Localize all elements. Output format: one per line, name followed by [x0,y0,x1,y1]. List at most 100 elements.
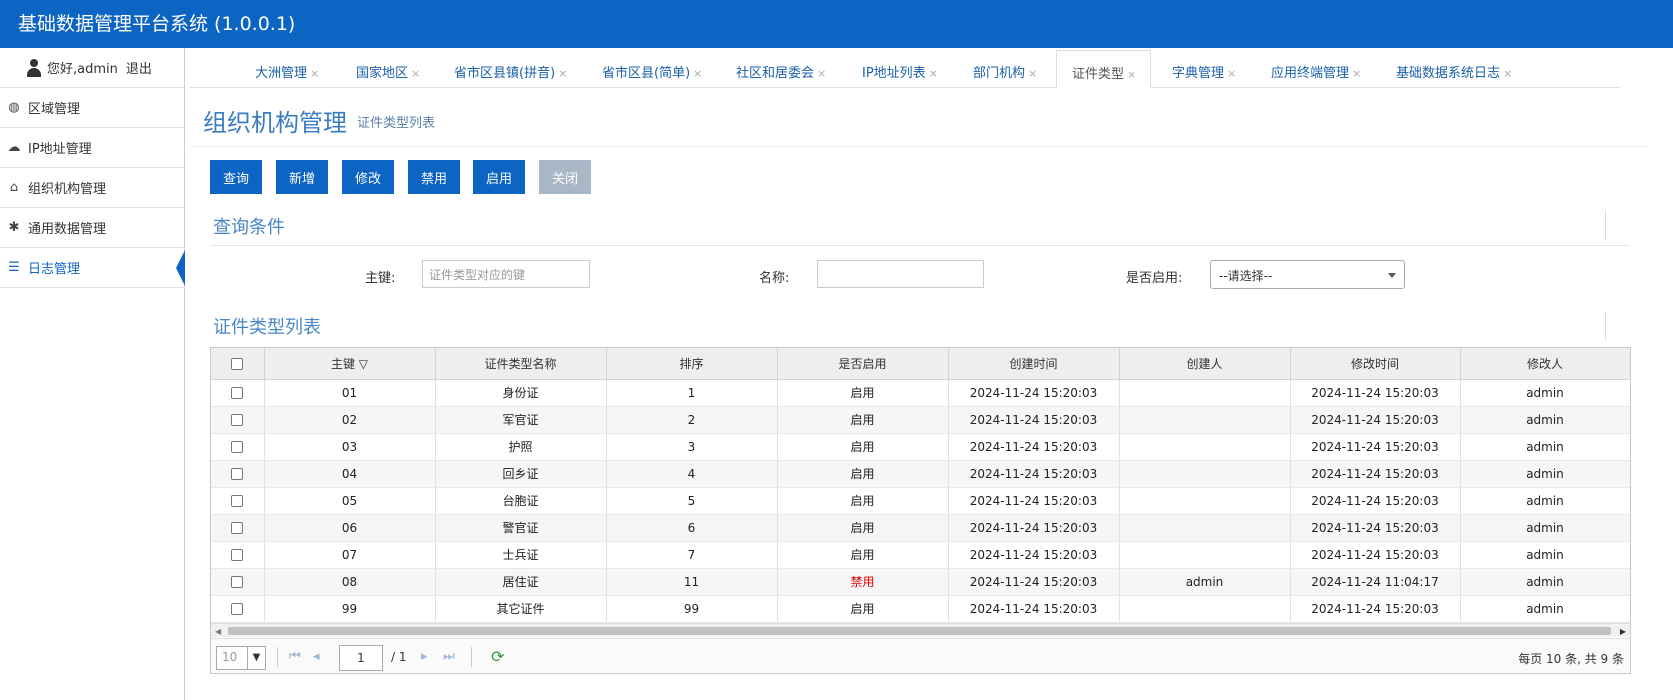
refresh-icon[interactable]: ⟳ [491,647,504,666]
header-order[interactable]: 排序 [606,348,778,380]
table-row[interactable]: 06 警官证 6 启用 2024-11-24 15:20:03 2024-11-24 15… [211,514,1630,542]
cell-modifier: admin [1460,460,1630,488]
tab-community[interactable]: 社区和居委会 × [736,62,826,81]
sidebar-item-region[interactable]: ◍ 区域管理 [0,88,184,128]
tab-country[interactable]: 国家地区 × [356,62,420,81]
key-input[interactable]: 证件类型对应的键 [422,260,590,288]
logout-link[interactable]: 退出 [126,58,152,77]
table-row[interactable]: 99 其它证件 99 启用 2024-11-24 15:20:03 2024-11-24 … [211,595,1630,623]
list-icon: ☰ [8,260,20,275]
close-icon[interactable]: × [693,67,702,80]
table-row[interactable]: 03 护照 3 启用 2024-11-24 15:20:03 2024-11-24 15:… [211,433,1630,461]
close-icon[interactable]: × [310,67,319,80]
tab-label: 社区和居委会 [736,66,815,81]
close-icon[interactable]: × [1227,67,1236,80]
tab-label: 基础数据系统日志 [1396,66,1501,81]
row-checkbox-cell[interactable] [211,514,265,542]
row-checkbox[interactable] [231,549,244,561]
enable-button[interactable]: 启用 [473,160,525,194]
add-button[interactable]: 新增 [276,160,328,194]
edit-button[interactable]: 修改 [342,160,394,194]
close-icon[interactable]: × [817,67,826,80]
scroll-right-icon[interactable]: ▶ [1620,627,1626,636]
row-checkbox-cell[interactable] [211,541,265,569]
close-icon[interactable]: × [1127,68,1136,81]
row-checkbox[interactable] [231,414,244,426]
cell-enabled: 启用 [777,406,949,434]
row-checkbox[interactable] [231,387,244,399]
header-key[interactable]: 主键 ▽ [264,348,436,380]
cell-enabled: 启用 [777,460,949,488]
close-icon[interactable]: × [1352,67,1361,80]
row-checkbox[interactable] [231,441,244,453]
tab-ip-list[interactable]: IP地址列表 × [862,62,938,81]
select-all-checkbox[interactable] [231,357,244,370]
row-checkbox-cell[interactable] [211,433,265,461]
row-checkbox[interactable] [231,522,244,534]
last-page-icon[interactable]: ⏭ [443,649,455,664]
close-button[interactable]: 关闭 [539,160,591,194]
sidebar-item-org[interactable]: ⌂ 组织机构管理 [0,168,184,208]
table-row[interactable]: 08 居住证 11 禁用 2024-11-24 15:20:03 admin 2024-11… [211,568,1630,596]
row-checkbox[interactable] [231,603,244,615]
name-input[interactable] [817,260,984,288]
table-row[interactable]: 01 身份证 1 启用 2024-11-24 15:20:03 2024-11-24 15… [211,379,1630,407]
cell-modified-time: 2024-11-24 15:20:03 [1290,406,1461,434]
row-checkbox-cell[interactable] [211,487,265,515]
query-button[interactable]: 查询 [210,160,262,194]
close-icon[interactable]: × [929,67,938,80]
data-grid: 主键 ▽ 证件类型名称 排序 是否启用 创建时间 创建人 修改时间 修改人 01… [210,347,1631,674]
scroll-left-icon[interactable]: ◀ [215,627,221,636]
header-name[interactable]: 证件类型名称 [435,348,607,380]
cell-name: 居住证 [435,568,607,596]
sidebar-item-ip[interactable]: ☁ IP地址管理 [0,128,184,168]
close-icon[interactable]: × [558,67,567,80]
table-row[interactable]: 02 军官证 2 启用 2024-11-24 15:20:03 2024-11-24 15… [211,406,1630,434]
horizontal-scrollbar[interactable]: ◀ ▶ [211,623,1630,637]
close-icon[interactable]: × [411,67,420,80]
row-checkbox[interactable] [231,495,244,507]
page-size-select[interactable]: 10 ▼ [216,646,266,670]
divider [190,146,1650,147]
table-row[interactable]: 04 回乡证 4 启用 2024-11-24 15:20:03 2024-11-24 15… [211,460,1630,488]
header-created-time[interactable]: 创建时间 [948,348,1120,380]
close-icon[interactable]: × [1503,67,1512,80]
sidebar-item-common-data[interactable]: ✱ 通用数据管理 [0,208,184,248]
tab-dictionary[interactable]: 字典管理 × [1172,62,1236,81]
header-modifier[interactable]: 修改人 [1460,348,1630,380]
header-creator[interactable]: 创建人 [1119,348,1291,380]
first-page-icon[interactable]: ⏮ [289,649,301,664]
tab-continent[interactable]: 大洲管理 × [255,62,319,81]
close-icon[interactable]: × [1028,67,1037,80]
table-row[interactable]: 07 士兵证 7 启用 2024-11-24 15:20:03 2024-11-24 15… [211,541,1630,569]
user-panel: 您好,admin 退出 [0,48,184,88]
table-row[interactable]: 05 台胞证 5 启用 2024-11-24 15:20:03 2024-11-24 15… [211,487,1630,515]
cell-key: 08 [264,568,436,596]
tab-id-type[interactable]: 证件类型 × [1056,50,1152,89]
row-checkbox-cell[interactable] [211,568,265,596]
disable-button[interactable]: 禁用 [408,160,460,194]
row-checkbox-cell[interactable] [211,406,265,434]
header-enabled[interactable]: 是否启用 [777,348,949,380]
row-checkbox[interactable] [231,468,244,480]
cell-enabled: 启用 [777,433,949,461]
header-checkbox-cell[interactable] [211,348,265,380]
tab-terminal[interactable]: 应用终端管理 × [1271,62,1361,81]
sidebar-item-log[interactable]: ☰ 日志管理 [0,248,185,288]
tab-system-log[interactable]: 基础数据系统日志 × [1396,62,1512,81]
prev-page-icon[interactable]: ◂ [313,649,320,664]
enabled-select[interactable]: --请选择-- [1210,260,1405,289]
scrollbar-thumb[interactable] [228,627,1611,635]
tab-department[interactable]: 部门机构 × [973,62,1037,81]
next-page-icon[interactable]: ▸ [421,649,428,664]
cell-creator [1119,514,1291,542]
row-checkbox[interactable] [231,576,244,588]
row-checkbox-cell[interactable] [211,595,265,623]
tab-area-pinyin[interactable]: 省市区县镇(拼音) × [454,62,567,81]
page-number-input[interactable]: 1 [339,645,383,671]
tab-area-simple[interactable]: 省市区县(简单) × [602,62,702,81]
tab-label: IP地址列表 [862,66,926,81]
header-modified-time[interactable]: 修改时间 [1290,348,1461,380]
row-checkbox-cell[interactable] [211,379,265,407]
row-checkbox-cell[interactable] [211,460,265,488]
